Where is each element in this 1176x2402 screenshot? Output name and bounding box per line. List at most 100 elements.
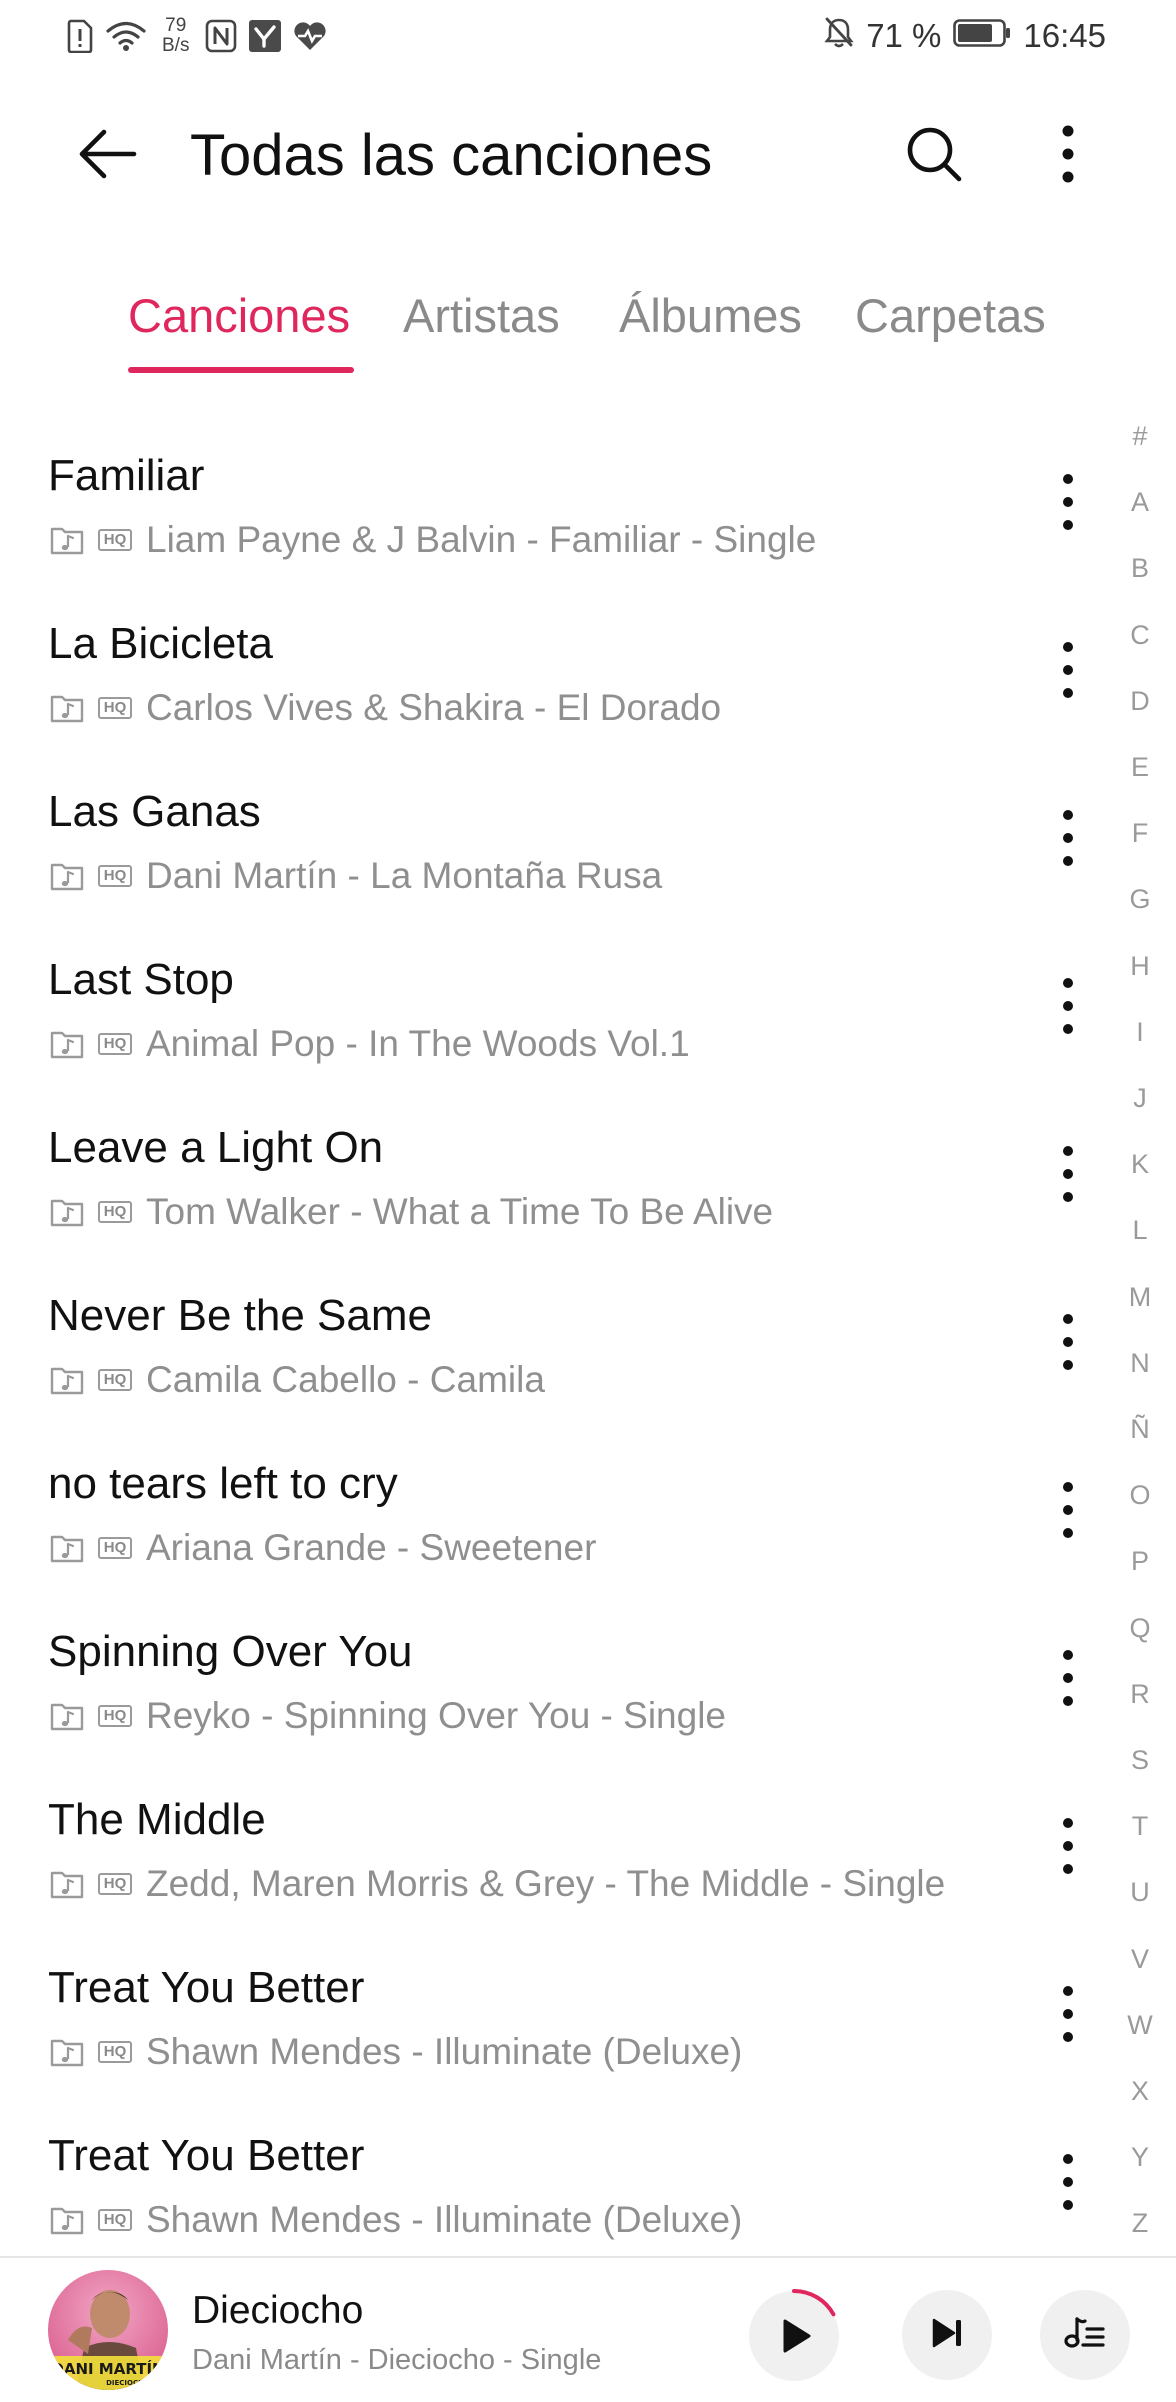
alphabet-index-letter[interactable]: Z bbox=[1112, 2205, 1168, 2241]
alphabet-index-letter[interactable]: J bbox=[1112, 1080, 1168, 1116]
song-more-button[interactable] bbox=[1032, 632, 1104, 712]
skip-next-icon bbox=[927, 2313, 967, 2358]
more-vertical-icon bbox=[1062, 1144, 1074, 1209]
song-more-button[interactable] bbox=[1032, 1304, 1104, 1384]
play-button[interactable] bbox=[744, 2286, 844, 2386]
song-title: Familiar bbox=[48, 451, 205, 500]
silent-bell-icon bbox=[824, 16, 854, 56]
battery-icon bbox=[953, 17, 1011, 55]
song-row[interactable]: Las Ganas HQ Dani Martín - La Montaña Rusa bbox=[0, 756, 1100, 924]
tab-artistas[interactable]: Artistas bbox=[403, 286, 560, 346]
song-title: Treat You Better bbox=[48, 2131, 365, 2180]
alphabet-index-letter[interactable]: H bbox=[1112, 948, 1168, 984]
tab-carpetas[interactable]: Carpetas bbox=[855, 286, 1046, 346]
song-more-button[interactable] bbox=[1032, 1640, 1104, 1720]
alphabet-index-letter[interactable]: W bbox=[1112, 2007, 1168, 2043]
song-row[interactable]: La Bicicleta HQ Carlos Vives & Shakira - E… bbox=[0, 588, 1100, 756]
alphabet-index-letter[interactable]: L bbox=[1112, 1212, 1168, 1248]
alphabet-index-letter[interactable]: P bbox=[1112, 1543, 1168, 1579]
status-left-icons: 79 B/s bbox=[66, 14, 327, 58]
alphabet-index-letter[interactable]: E bbox=[1112, 749, 1168, 785]
song-more-button[interactable] bbox=[1032, 1976, 1104, 2056]
song-row[interactable]: Spinning Over You HQ Reyko - Spinning Over… bbox=[0, 1596, 1100, 1764]
more-options-button[interactable] bbox=[1028, 120, 1108, 192]
app-bar: Todas las canciones bbox=[0, 100, 1176, 212]
hq-badge: HQ bbox=[98, 697, 132, 719]
song-artist-album: Dani Martín - La Montaña Rusa bbox=[146, 855, 663, 896]
wifi-icon bbox=[106, 20, 146, 52]
alphabet-index-letter[interactable]: N bbox=[1112, 1345, 1168, 1381]
alphabet-index-letter[interactable]: O bbox=[1112, 1477, 1168, 1513]
alphabet-index-letter[interactable]: R bbox=[1112, 1676, 1168, 1712]
more-vertical-icon bbox=[1061, 124, 1075, 189]
local-music-folder-icon bbox=[50, 1365, 84, 1395]
network-speed-value: 79 bbox=[165, 15, 187, 36]
album-art[interactable]: DANI MARTÍN DIECIOCHO bbox=[48, 2270, 168, 2390]
alphabet-index-letter[interactable]: Q bbox=[1112, 1610, 1168, 1646]
song-row[interactable]: no tears left to cry HQ Ariana Grande - Sw… bbox=[0, 1428, 1100, 1596]
hq-badge: HQ bbox=[98, 865, 132, 887]
skip-next-button[interactable] bbox=[902, 2290, 992, 2380]
song-more-button[interactable] bbox=[1032, 1472, 1104, 1552]
page-title: Todas las canciones bbox=[190, 123, 713, 188]
album-art-subtitle: DIECIOCHO bbox=[106, 2379, 150, 2387]
alphabet-index-letter[interactable]: I bbox=[1112, 1014, 1168, 1050]
song-more-button[interactable] bbox=[1032, 2144, 1104, 2224]
song-more-button[interactable] bbox=[1032, 1136, 1104, 1216]
song-row[interactable]: Leave a Light On HQ Tom Walker - What a Ti… bbox=[0, 1092, 1100, 1260]
alphabet-index-letter[interactable]: X bbox=[1112, 2073, 1168, 2109]
alphabet-index-letter[interactable]: T bbox=[1112, 1808, 1168, 1844]
tab-albumes[interactable]: Álbumes bbox=[619, 286, 802, 346]
mini-player: DANI MARTÍN DIECIOCHO Dieciocho Dani Mar… bbox=[0, 2256, 1176, 2402]
queue-music-icon bbox=[1063, 2313, 1107, 2358]
song-row[interactable]: Familiar HQ Liam Payne & J Balvin - Famili… bbox=[0, 420, 1100, 588]
more-vertical-icon bbox=[1062, 808, 1074, 873]
alphabet-index-letter[interactable]: M bbox=[1112, 1279, 1168, 1315]
song-row[interactable]: Never Be the Same HQ Camila Cabello - Cami… bbox=[0, 1260, 1100, 1428]
alphabet-index-letter[interactable]: V bbox=[1112, 1941, 1168, 1977]
local-music-folder-icon bbox=[50, 2037, 84, 2067]
tab-canciones[interactable]: Canciones bbox=[128, 286, 350, 346]
alphabet-index-letter[interactable]: D bbox=[1112, 683, 1168, 719]
song-more-button[interactable] bbox=[1032, 800, 1104, 880]
status-bar: 79 B/s 71 % 16:45 bbox=[0, 0, 1176, 72]
album-art-title: DANI MARTÍN bbox=[51, 2359, 164, 2378]
more-vertical-icon bbox=[1062, 2152, 1074, 2217]
song-row[interactable]: Last Stop HQ Animal Pop - In The Woods Vol… bbox=[0, 924, 1100, 1092]
song-more-button[interactable] bbox=[1032, 464, 1104, 544]
song-meta: HQ Shawn Mendes - Illuminate (Deluxe) bbox=[50, 2030, 742, 2074]
play-queue-button[interactable] bbox=[1040, 2290, 1130, 2380]
song-title: Never Be the Same bbox=[48, 1291, 432, 1340]
alphabet-index-letter[interactable]: # bbox=[1112, 418, 1168, 454]
local-music-folder-icon bbox=[50, 1029, 84, 1059]
local-music-folder-icon bbox=[50, 2205, 84, 2235]
now-playing-subtitle[interactable]: Dani Martín - Dieciocho - Single bbox=[192, 2342, 601, 2378]
tab-bar: Canciones Artistas Álbumes Carpetas bbox=[0, 286, 1176, 376]
alphabet-index-letter[interactable]: S bbox=[1112, 1742, 1168, 1778]
alphabet-index-letter[interactable]: G bbox=[1112, 881, 1168, 917]
song-artist-album: Animal Pop - In The Woods Vol.1 bbox=[146, 1023, 690, 1064]
hq-badge: HQ bbox=[98, 1369, 132, 1391]
song-meta: HQ Liam Payne & J Balvin - Familiar - Sin… bbox=[50, 518, 816, 562]
alphabet-index-letter[interactable]: B bbox=[1112, 550, 1168, 586]
song-more-button[interactable] bbox=[1032, 1808, 1104, 1888]
back-button[interactable] bbox=[68, 120, 148, 192]
alphabet-index-letter[interactable]: Y bbox=[1112, 2139, 1168, 2175]
alphabet-index-letter[interactable]: A bbox=[1112, 484, 1168, 520]
song-more-button[interactable] bbox=[1032, 968, 1104, 1048]
hq-badge: HQ bbox=[98, 1201, 132, 1223]
alphabet-index-letter[interactable]: F bbox=[1112, 815, 1168, 851]
alphabet-index-letter[interactable]: Ñ bbox=[1112, 1411, 1168, 1447]
song-row[interactable]: Treat You Better HQ Shawn Mendes - Illumin… bbox=[0, 1932, 1100, 2100]
alphabet-index-letter[interactable]: C bbox=[1112, 617, 1168, 653]
now-playing-title[interactable]: Dieciocho bbox=[192, 2288, 363, 2334]
clock: 16:45 bbox=[1023, 17, 1106, 54]
song-row[interactable]: Treat You Better HQ Shawn Mendes - Illumin… bbox=[0, 2100, 1100, 2268]
song-row[interactable]: The Middle HQ Zedd, Maren Morris & Grey - … bbox=[0, 1764, 1100, 1932]
alphabet-index-letter[interactable]: K bbox=[1112, 1146, 1168, 1182]
hq-badge: HQ bbox=[98, 2041, 132, 2063]
song-title: The Middle bbox=[48, 1795, 266, 1844]
song-title: Las Ganas bbox=[48, 787, 261, 836]
search-button[interactable] bbox=[894, 120, 974, 192]
alphabet-index-letter[interactable]: U bbox=[1112, 1874, 1168, 1910]
